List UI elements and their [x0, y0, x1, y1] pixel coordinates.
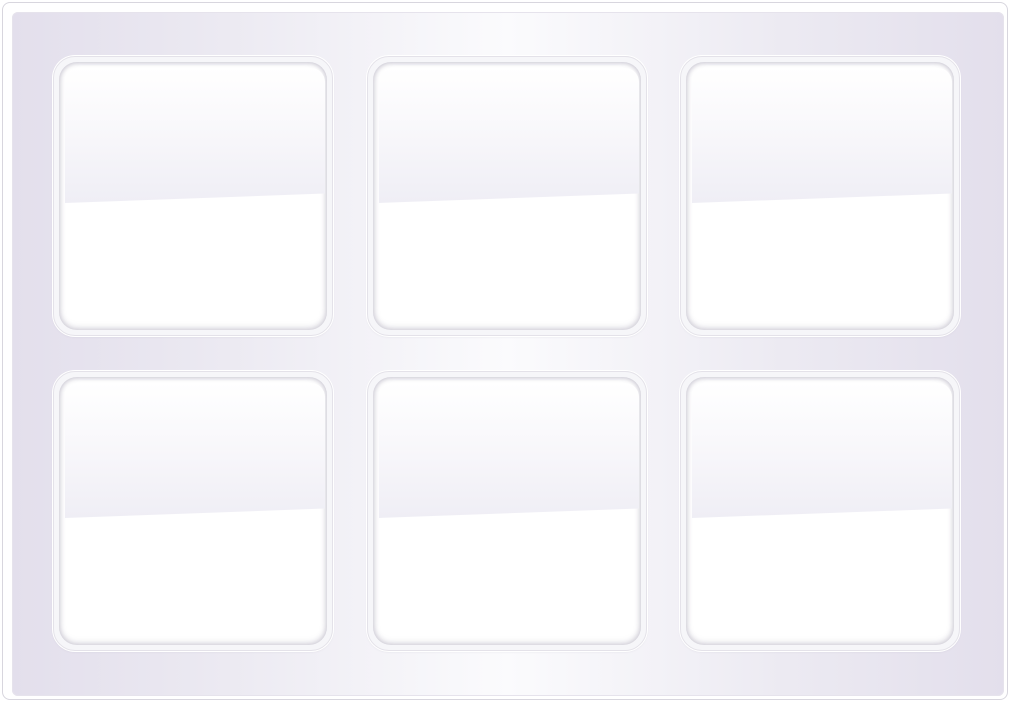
tile-6[interactable] — [680, 371, 960, 651]
tile-3[interactable] — [680, 56, 960, 336]
tile-panel — [12, 12, 1004, 696]
tile-2-gloss — [379, 68, 639, 203]
tile-1-face — [59, 62, 327, 330]
tile-2-face — [373, 62, 641, 330]
tile-3-face — [686, 62, 954, 330]
tile-6-face — [686, 377, 954, 645]
tile-5[interactable] — [367, 371, 647, 651]
tile-3-gloss — [692, 68, 952, 203]
tile-4-face — [59, 377, 327, 645]
tile-5-gloss — [379, 383, 639, 518]
tile-1[interactable] — [53, 56, 333, 336]
tile-1-gloss — [65, 68, 325, 203]
tile-4[interactable] — [53, 371, 333, 651]
tile-2[interactable] — [367, 56, 647, 336]
tile-4-gloss — [65, 383, 325, 518]
app-frame — [2, 2, 1008, 700]
tile-5-face — [373, 377, 641, 645]
tile-6-gloss — [692, 383, 952, 518]
